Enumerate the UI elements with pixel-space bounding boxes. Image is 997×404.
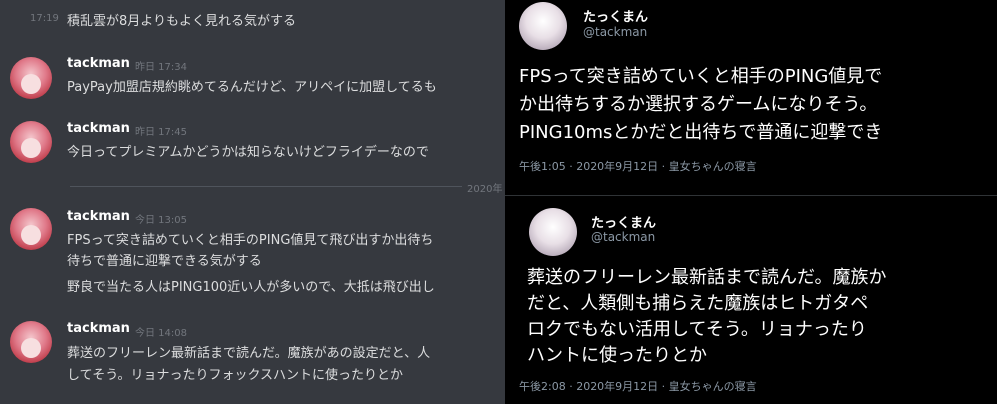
message-timestamp: 昨日 17:45: [135, 127, 187, 138]
message-timestamp: 今日 14:08: [135, 328, 187, 339]
tweet-meta[interactable]: 午後2:08 · 2020年9月12日 · 皇女ちゃんの寝言: [519, 378, 757, 394]
date-divider-label: 2020年: [467, 184, 503, 195]
avatar[interactable]: [10, 321, 52, 363]
avatar[interactable]: [10, 57, 52, 99]
message-text: 待ちで普通に迎撃できる気がする: [67, 254, 262, 269]
message-text: 葬送のフリーレン最新話まで読んだ。魔族があの設定だと、人: [67, 346, 431, 361]
message-text: 積乱雲が8月よりもよく見れる気がする: [67, 14, 297, 29]
message-text: FPSって突き詰めていくと相手のPING値見て飛び出すか出待ち: [67, 233, 434, 248]
author-name[interactable]: tackman: [67, 209, 130, 224]
message-text: 野良で当たる人はPING100近い人が多いので、大抵は飛び出し: [67, 280, 435, 295]
tweet-card[interactable]: たっくまん @tackman FPSって突き詰めていくと相手のPING値見で か…: [505, 0, 997, 195]
tweet-text-line: だと、人類側も捕らえた魔族はヒトガタペ: [527, 293, 869, 314]
tweet-card[interactable]: たっくまん @tackman 葬送のフリーレン最新話まで読んだ。魔族か だと、人…: [505, 195, 997, 404]
message-time: 17:19: [30, 13, 59, 24]
tweet-text-line: ロクでもない活用してそう。リョナったり: [527, 319, 867, 340]
message-timestamp: 今日 13:05: [135, 215, 187, 226]
tweet-avatar[interactable]: [519, 2, 567, 50]
author-name[interactable]: tackman: [67, 56, 130, 71]
tweet-author-name[interactable]: たっくまん: [583, 6, 648, 25]
author-name[interactable]: tackman: [67, 321, 130, 336]
avatar[interactable]: [10, 121, 52, 163]
tweet-meta[interactable]: 午後1:05 · 2020年9月12日 · 皇女ちゃんの寝言: [519, 158, 757, 174]
avatar[interactable]: [10, 208, 52, 250]
chat-panel: 17:19 積乱雲が8月よりもよく見れる気がする tackman 昨日 17:3…: [0, 0, 520, 403]
tweet-handle[interactable]: @tackman: [591, 230, 655, 244]
tweet-avatar[interactable]: [529, 208, 577, 256]
tweet-text-line: 葬送のフリーレン最新話まで読んだ。魔族か: [527, 267, 887, 288]
author-name[interactable]: tackman: [67, 121, 130, 136]
tweet-author-name[interactable]: たっくまん: [591, 212, 656, 231]
message-text: 今日ってプレミアムかどうかは知らないけどフライデーなので: [67, 145, 429, 160]
message-timestamp: 昨日 17:34: [135, 62, 187, 73]
date-divider-line: [70, 186, 462, 187]
tweet-text-line: か出待ちするか選択するゲームになりそう。: [519, 94, 878, 115]
tweet-handle[interactable]: @tackman: [583, 25, 647, 39]
message-text: してそう。リョナったりフォックスハントに使ったりとか: [67, 368, 404, 383]
message-text: PayPay加盟店規約眺めてるんだけど、アリペイに加盟してるも: [67, 80, 437, 95]
tweet-text-line: ハントに使ったりとか: [527, 345, 707, 366]
tweet-text-line: FPSって突き詰めていくと相手のPING値見で: [519, 66, 883, 87]
tweet-text-line: PING10msとかだと出待ちで普通に迎撃でき: [519, 122, 883, 143]
